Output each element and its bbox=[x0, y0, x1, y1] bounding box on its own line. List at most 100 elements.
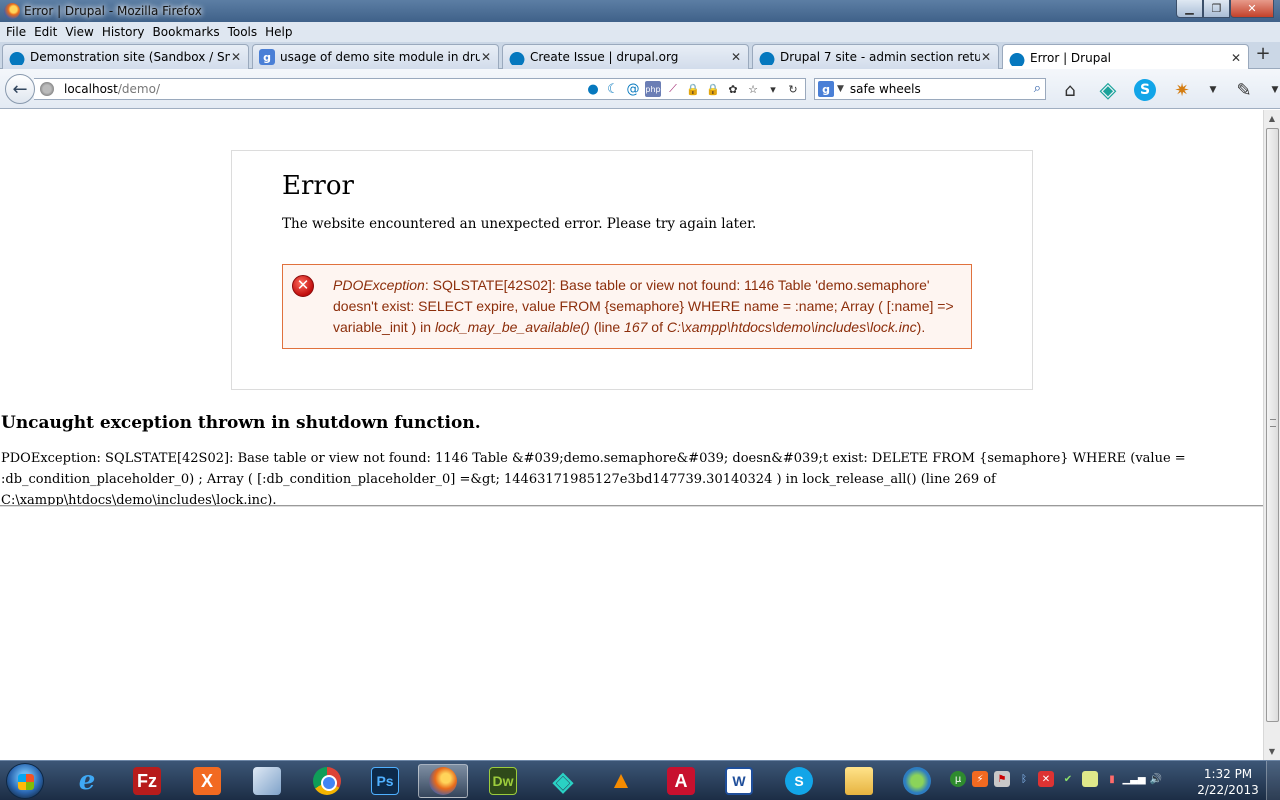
search-bar[interactable]: g ▼ ⌕ bbox=[814, 78, 1046, 100]
new-tab-button[interactable]: + bbox=[1254, 45, 1272, 64]
lock-icon[interactable]: 🔒 bbox=[685, 81, 701, 97]
taskbar-xampp[interactable]: X bbox=[182, 764, 232, 798]
address-bar[interactable]: localhost/demo/ ● ☾ @ php ⟋ 🔒 🔒 ✿ ☆ ▾ ↻ bbox=[34, 78, 806, 100]
firefox-icon bbox=[429, 767, 457, 795]
taskbar-acrobat[interactable]: A bbox=[656, 764, 706, 798]
menu-bookmarks[interactable]: Bookmarks bbox=[149, 25, 224, 39]
taskbar-virtualbox[interactable] bbox=[242, 764, 292, 798]
xampp-icon: X bbox=[193, 767, 221, 795]
maximize-button[interactable]: ❐ bbox=[1203, 0, 1230, 18]
chevron-down-icon[interactable]: ▼ bbox=[1270, 78, 1280, 102]
close-icon[interactable]: ✕ bbox=[230, 50, 242, 64]
show-desktop-button[interactable] bbox=[1266, 761, 1280, 800]
close-icon[interactable]: ✕ bbox=[1230, 51, 1242, 65]
home-icon[interactable]: ⌂ bbox=[1058, 78, 1082, 102]
tab-label: Demonstration site (Sandbox / Snaps... bbox=[30, 50, 230, 64]
grip-icon bbox=[1270, 419, 1276, 427]
taskbar-filezilla[interactable]: Fz bbox=[122, 764, 172, 798]
tab-demonstration-site[interactable]: Demonstration site (Sandbox / Snaps... ✕ bbox=[2, 44, 249, 69]
taskbar-skype[interactable]: S bbox=[774, 764, 824, 798]
close-icon[interactable]: ✕ bbox=[480, 50, 492, 64]
taskbar-dreamweaver[interactable]: Dw bbox=[478, 764, 528, 798]
start-button[interactable] bbox=[6, 763, 44, 799]
drupal-addon-icon[interactable]: ● bbox=[585, 81, 601, 97]
close-button[interactable]: ✕ bbox=[1230, 0, 1274, 18]
feather-addon-icon[interactable]: ⟋ bbox=[665, 81, 681, 97]
error-text-part: (line bbox=[589, 319, 625, 335]
php-addon-icon[interactable]: php bbox=[645, 81, 661, 97]
cube-icon bbox=[253, 767, 281, 795]
tab-drupal7-admin[interactable]: Drupal 7 site - admin section returns ..… bbox=[752, 44, 999, 69]
taskbar-photoshop[interactable]: Ps bbox=[360, 764, 410, 798]
dropdown-arrow-icon[interactable]: ▾ bbox=[765, 81, 781, 97]
close-icon[interactable]: ✕ bbox=[730, 50, 742, 64]
shutdown-heading: Uncaught exception thrown in shutdown fu… bbox=[1, 413, 481, 433]
dreamweaver-icon: Dw bbox=[489, 767, 517, 795]
taskbar-network-app[interactable] bbox=[892, 764, 942, 798]
function-name: lock_may_be_available() bbox=[434, 319, 590, 335]
skype-icon: S bbox=[785, 767, 813, 795]
photoshop-icon: Ps bbox=[371, 767, 399, 795]
signal-icon[interactable]: ▁▃▅ bbox=[1122, 771, 1145, 787]
reload-icon[interactable]: ↻ bbox=[785, 81, 801, 97]
battery-icon[interactable]: ▮ bbox=[1104, 771, 1120, 787]
star-icon[interactable]: ☆ bbox=[745, 81, 761, 97]
lock-icon[interactable]: 🔒 bbox=[705, 81, 721, 97]
taskbar-word[interactable]: W bbox=[714, 764, 764, 798]
xampp-tray-icon[interactable]: ⚡ bbox=[972, 771, 988, 787]
tab-error-drupal[interactable]: Error | Drupal ✕ bbox=[1002, 44, 1249, 70]
clock-time: 1:32 PM bbox=[1203, 767, 1253, 781]
chevron-down-icon[interactable]: ▼ bbox=[837, 84, 844, 94]
menu-view[interactable]: View bbox=[61, 25, 97, 39]
window-controls: ▁ ❐ ✕ bbox=[1176, 0, 1274, 18]
taskbar-vlc[interactable]: ▲ bbox=[596, 764, 646, 798]
flag-icon[interactable]: ⚑ bbox=[994, 771, 1010, 787]
scroll-down-icon[interactable]: ▼ bbox=[1264, 743, 1280, 760]
vertical-scrollbar[interactable]: ▲ ▼ bbox=[1263, 110, 1280, 760]
google-icon[interactable]: g bbox=[818, 81, 834, 97]
tab-create-issue[interactable]: Create Issue | drupal.org ✕ bbox=[502, 44, 749, 69]
menu-edit[interactable]: Edit bbox=[30, 25, 61, 39]
scroll-up-icon[interactable]: ▲ bbox=[1264, 110, 1280, 127]
tab-bar: Demonstration site (Sandbox / Snaps... ✕… bbox=[0, 42, 1280, 70]
drupal-icon bbox=[9, 49, 25, 65]
taskbar-explorer[interactable] bbox=[834, 764, 884, 798]
volume-icon[interactable]: 🔊 bbox=[1148, 771, 1164, 787]
moon-addon-icon[interactable]: ☾ bbox=[605, 81, 621, 97]
menu-file[interactable]: File bbox=[2, 25, 30, 39]
firebug-icon[interactable]: ✷ bbox=[1170, 78, 1194, 102]
back-button[interactable]: ← bbox=[5, 74, 35, 104]
horizontal-rule bbox=[0, 505, 1263, 507]
menu-history[interactable]: History bbox=[98, 25, 149, 39]
bluetooth-icon[interactable]: ᛒ bbox=[1016, 771, 1032, 787]
search-input[interactable] bbox=[849, 82, 1010, 96]
menu-tools[interactable]: Tools bbox=[224, 25, 262, 39]
check-icon[interactable]: ✔ bbox=[1060, 771, 1076, 787]
taskbar-chrome[interactable] bbox=[302, 764, 352, 798]
taskbar-diamond-app[interactable]: ◈ bbox=[538, 764, 588, 798]
utorrent-icon[interactable]: µ bbox=[950, 771, 966, 787]
tab-label: usage of demo site module in drupal ... bbox=[280, 50, 480, 64]
minimize-button[interactable]: ▁ bbox=[1176, 0, 1203, 18]
chrome-icon bbox=[313, 767, 341, 795]
tools-icon[interactable]: ✎ bbox=[1232, 78, 1256, 102]
shutdown-exception-text: PDOException: SQLSTATE[42S02]: Base tabl… bbox=[1, 451, 1186, 508]
url-text[interactable]: localhost/demo/ bbox=[64, 82, 160, 96]
note-icon[interactable] bbox=[1082, 771, 1098, 787]
colorful-addon-icon[interactable]: ✿ bbox=[725, 81, 741, 97]
close-icon[interactable]: ✕ bbox=[980, 50, 992, 64]
taskbar-clock[interactable]: 1:32 PM 2/22/2013 bbox=[1196, 766, 1260, 798]
antivirus-icon[interactable]: ✕ bbox=[1038, 771, 1054, 787]
skype-icon[interactable]: S bbox=[1134, 79, 1156, 101]
tab-google-search[interactable]: g usage of demo site module in drupal ..… bbox=[252, 44, 499, 69]
vlc-cone-icon: ▲ bbox=[609, 767, 633, 794]
diamond-addon-icon[interactable]: ◈ bbox=[1096, 78, 1120, 103]
menu-help[interactable]: Help bbox=[261, 25, 296, 39]
taskbar-firefox[interactable] bbox=[418, 764, 468, 798]
tab-label: Error | Drupal bbox=[1030, 50, 1112, 65]
chevron-down-icon[interactable]: ▼ bbox=[1208, 78, 1218, 102]
spiral-addon-icon[interactable]: @ bbox=[625, 81, 641, 97]
scrollbar-thumb[interactable] bbox=[1266, 128, 1279, 722]
taskbar-internet-explorer[interactable]: e bbox=[62, 764, 112, 798]
search-icon[interactable]: ⌕ bbox=[1034, 81, 1041, 96]
